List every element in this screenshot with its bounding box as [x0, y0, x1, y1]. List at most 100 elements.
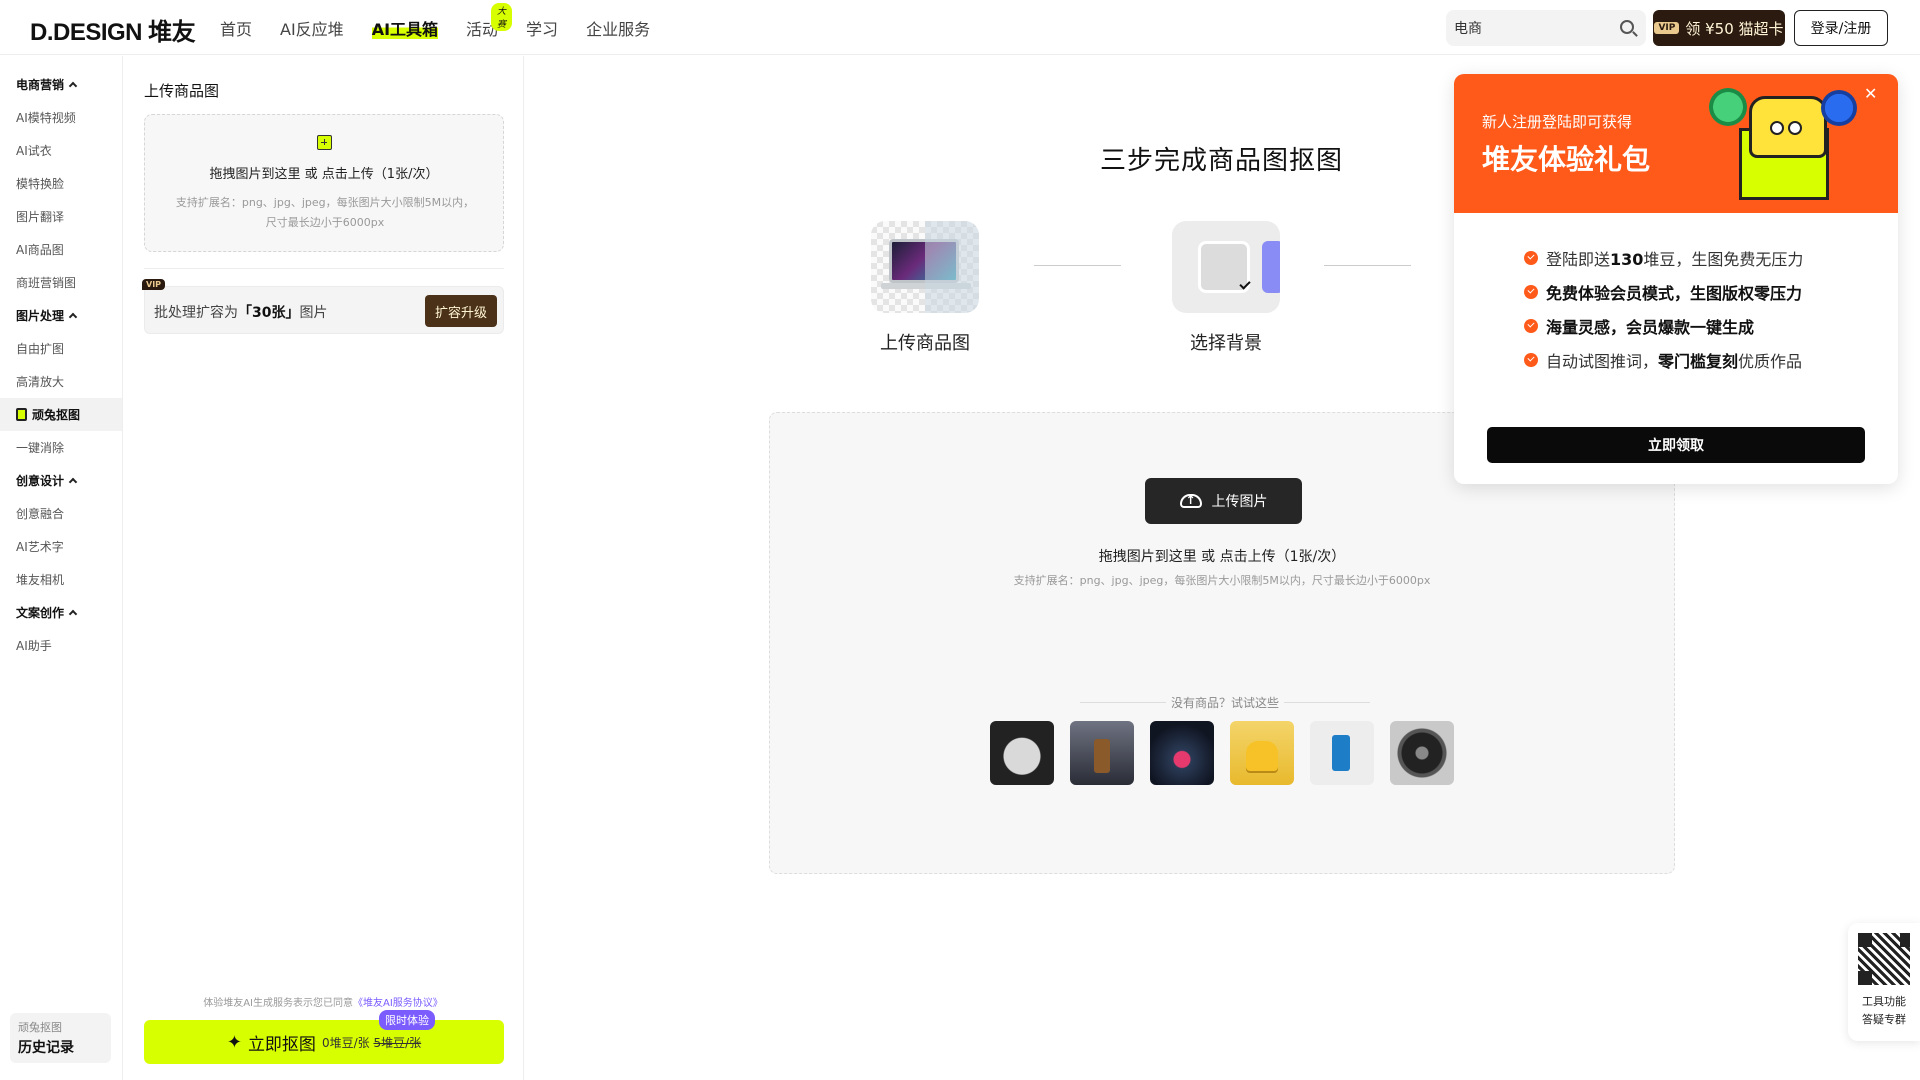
add-icon [317, 135, 332, 150]
divider [144, 268, 504, 269]
sidebar-group-creative[interactable]: 创意设计 [0, 464, 122, 497]
sidebar-item[interactable]: 创意融合 [0, 497, 122, 530]
sidebar-item[interactable]: 自由扩图 [0, 332, 122, 365]
step-label: 上传商品图 [880, 333, 970, 354]
check-circle-icon [1524, 319, 1538, 333]
sidebar-item[interactable]: AI助手 [0, 629, 122, 662]
sidebar-item[interactable]: 一键消除 [0, 431, 122, 464]
limited-badge: 限时体验 [379, 1010, 435, 1030]
upload-dropzone[interactable]: 拖拽图片到这里 或 点击上传（1张/次） 支持扩展名：png、jpg、jpeg，… [144, 114, 504, 252]
sidebar-item[interactable]: 堆友相机 [0, 563, 122, 596]
sample-perfume[interactable] [1070, 721, 1134, 785]
step-upload-image [871, 221, 979, 313]
step-connector [1324, 265, 1411, 266]
search-icon[interactable] [1620, 20, 1634, 34]
upgrade-button[interactable]: 扩容升级 [425, 295, 497, 327]
mascot-illustration [1709, 88, 1857, 206]
vip-tag: VIP [142, 279, 166, 290]
perk-item: 登陆即送130堆豆，生图免费无压力 [1524, 246, 1803, 270]
check-circle-icon [1524, 353, 1538, 367]
nav-ai-reactor[interactable]: AI反应堆 [280, 16, 344, 40]
qr-label-line1: 工具功能 [1862, 995, 1906, 1008]
promo-subtitle: 新人注册登陆即可获得 [1482, 113, 1633, 131]
sidebar-item[interactable]: AI试衣 [0, 134, 122, 167]
sample-drill[interactable] [1310, 721, 1374, 785]
try-samples-label: 没有商品？试试这些 [1080, 694, 1370, 711]
check-circle-icon [1524, 285, 1538, 299]
history-tool-name: 顽兔抠图 [18, 1021, 62, 1034]
upload-hint: 拖拽图片到这里 或 点击上传（1张/次） [209, 167, 439, 182]
nav-ai-toolbox[interactable]: AI工具箱 [371, 16, 439, 40]
sparkle-icon: ✦ [226, 1031, 242, 1053]
sample-images [990, 721, 1454, 785]
sample-headphones[interactable] [990, 721, 1054, 785]
sample-sneaker[interactable] [1150, 721, 1214, 785]
sidebar-item[interactable]: AI商品图 [0, 233, 122, 266]
upload-button-label: 上传图片 [1211, 494, 1268, 510]
cutout-icon [16, 408, 27, 421]
qr-label-line2: 答疑专群 [1862, 1013, 1906, 1026]
cutout-now-button[interactable]: 限时体验 ✦ 立即抠图 0堆豆/张 5堆豆/张 [144, 1010, 504, 1064]
contest-badge: 大赛 [491, 2, 513, 31]
sidebar-group-ecommerce[interactable]: 电商营销 [0, 68, 122, 101]
close-icon[interactable]: ✕ [1864, 84, 1877, 103]
nav-learn[interactable]: 学习 [526, 16, 558, 40]
sidebar-item[interactable]: 高清放大 [0, 365, 122, 398]
sidebar-item[interactable]: 商班营销图 [0, 266, 122, 299]
sample-chair[interactable] [1230, 721, 1294, 785]
step-upload: 上传商品图 [870, 221, 980, 355]
sidebar-item[interactable]: AI模特视频 [0, 101, 122, 134]
sidebar-item-active[interactable]: 顽兔抠图 [0, 398, 122, 431]
agreement-link[interactable]: 《堆友AI服务协议》 [353, 998, 443, 1009]
login-button[interactable]: 登录/注册 [1794, 10, 1888, 46]
upload-image-button[interactable]: 上传图片 [1145, 478, 1302, 524]
batch-upgrade-bar: VIP 批处理扩容为「30张」图片 扩容升级 [142, 279, 504, 334]
history-button[interactable]: 顽兔抠图 历史记录 [10, 1013, 111, 1063]
perk-item: 自动试图推词，零门槛复刻优质作品 [1524, 348, 1802, 372]
settings-panel: 上传商品图 拖拽图片到这里 或 点击上传（1张/次） 支持扩展名：png、jpg… [123, 56, 524, 1080]
step-background-image [1172, 221, 1280, 313]
check-circle-icon [1524, 251, 1538, 265]
site-logo[interactable]: D.DESIGN 堆友 [30, 12, 196, 47]
cloud-upload-icon [1179, 493, 1202, 508]
chevron-up-icon [68, 312, 78, 322]
chevron-up-icon [68, 81, 78, 91]
sidebar-group-copywriting[interactable]: 文案创作 [0, 596, 122, 629]
main-nav: 首页 AI反应堆 AI工具箱 活动 大赛 学习 企业服务 [220, 0, 678, 55]
qr-code-icon [1856, 931, 1912, 987]
upload-requirements: 支持扩展名：png、jpg、jpeg，每张图片大小限制5M以内，尺寸最长边小于6… [175, 196, 475, 229]
newuser-promo-popup: 新人注册登陆即可获得 堆友体验礼包 ✕ 登陆即送130堆豆，生图免费无压力 免费… [1454, 74, 1898, 484]
vip-coupon-button[interactable]: VIP 领 ¥50 猫超卡 [1653, 10, 1785, 46]
sample-tire[interactable] [1390, 721, 1454, 785]
search-input[interactable] [1446, 10, 1646, 46]
panel-title: 上传商品图 [144, 82, 220, 100]
nav-enterprise[interactable]: 企业服务 [586, 16, 650, 40]
vip-tag: VIP [1654, 22, 1680, 34]
sidebar-item[interactable]: 模特换脸 [0, 167, 122, 200]
chevron-up-icon [68, 609, 78, 619]
price: 0堆豆/张 5堆豆/张 [321, 1035, 422, 1050]
promo-banner: 新人注册登陆即可获得 堆友体验礼包 ✕ [1454, 74, 1898, 213]
left-sidebar: 电商营销 AI模特视频 AI试衣 模特换脸 图片翻译 AI商品图 商班营销图 图… [0, 56, 123, 1080]
top-header: D.DESIGN 堆友 首页 AI反应堆 AI工具箱 活动 大赛 学习 企业服务 … [0, 0, 1920, 55]
step-connector [1034, 265, 1121, 266]
drop-hint: 拖拽图片到这里 或 点击上传（1张/次） [1098, 549, 1346, 565]
history-label: 历史记录 [18, 1040, 74, 1056]
agreement-text: 体验堆友AI生成服务表示您已同意《堆友AI服务协议》 [203, 998, 443, 1009]
nav-home[interactable]: 首页 [220, 16, 252, 40]
promo-title: 堆友体验礼包 [1482, 143, 1651, 176]
sidebar-item[interactable]: 图片翻译 [0, 200, 122, 233]
drop-requirements: 支持扩展名：png、jpg、jpeg，每张图片大小限制5M以内，尺寸最长边小于6… [1013, 574, 1431, 587]
step-background: 选择背景 [1171, 221, 1281, 355]
sidebar-group-image[interactable]: 图片处理 [0, 299, 122, 332]
batch-text: 批处理扩容为「30张」图片 [154, 305, 328, 321]
support-group-float[interactable]: 工具功能 答疑专群 [1848, 923, 1920, 1041]
page-title: 三步完成商品图抠图 [1100, 146, 1344, 176]
go-label: 立即抠图 [247, 1034, 316, 1055]
vip-coupon-label: 领 ¥50 猫超卡 [1685, 19, 1784, 38]
step-label: 选择背景 [1190, 333, 1262, 354]
nav-events[interactable]: 活动 大赛 [466, 2, 513, 40]
perk-item: 免费体验会员模式，生图版权零压力 [1524, 280, 1802, 304]
claim-now-button[interactable]: 立即领取 [1487, 427, 1865, 463]
sidebar-item[interactable]: AI艺术字 [0, 530, 122, 563]
